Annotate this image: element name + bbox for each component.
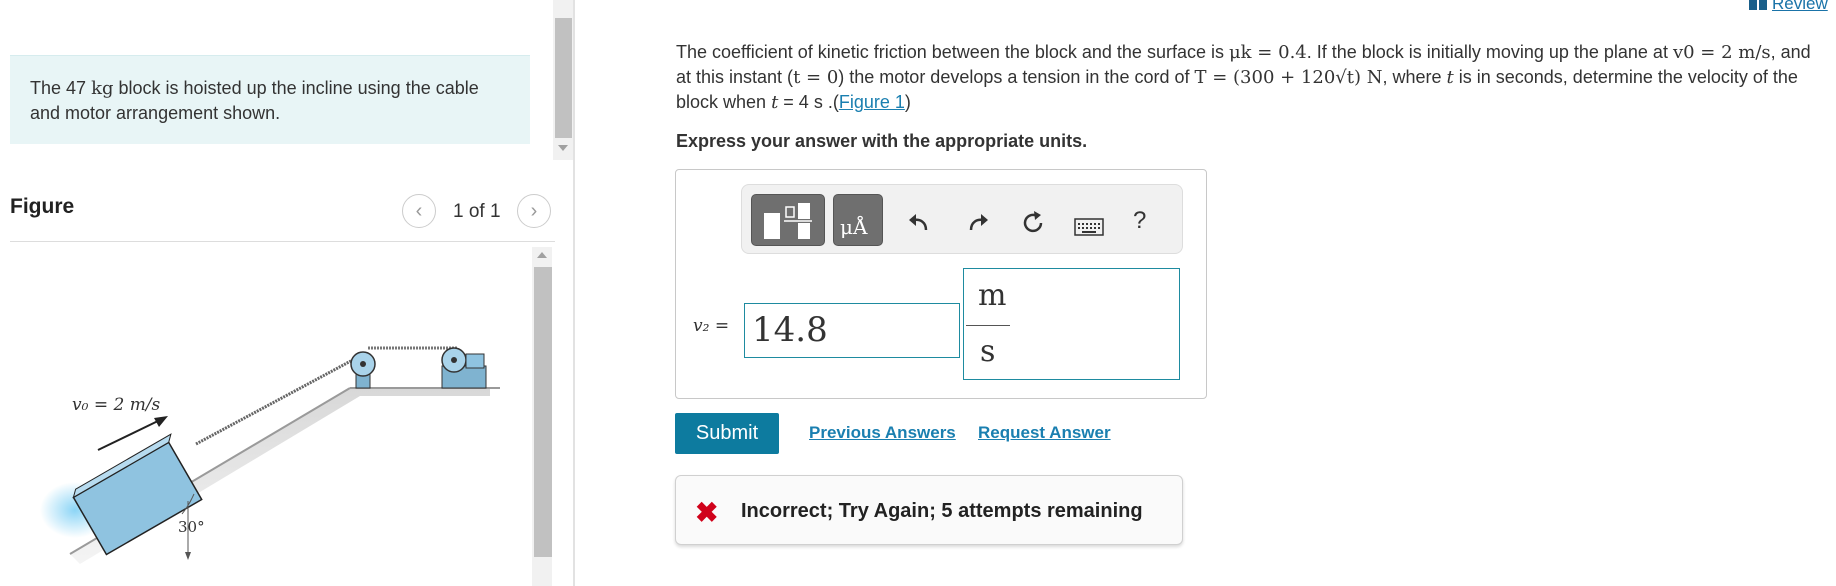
pane-separator[interactable] bbox=[573, 0, 575, 586]
problem-statement: The 47 kg block is hoisted up the inclin… bbox=[30, 76, 500, 126]
undo-icon bbox=[909, 214, 928, 231]
previous-answers-link[interactable]: Previous Answers bbox=[809, 423, 956, 443]
unit-denominator: s bbox=[980, 334, 996, 369]
scroll-down-arrow-icon[interactable] bbox=[558, 145, 568, 151]
motor bbox=[441, 347, 487, 389]
templates-button[interactable] bbox=[751, 194, 825, 246]
figure-link[interactable]: Figure 1 bbox=[839, 92, 905, 112]
figure-scrollbar-thumb[interactable] bbox=[534, 267, 552, 557]
symbols-icon: μÅ bbox=[840, 215, 868, 239]
answer-variable-label: v₂ = bbox=[693, 316, 730, 336]
question-part: = 4 s .( bbox=[778, 92, 839, 112]
symbols-button[interactable]: μÅ bbox=[833, 194, 883, 246]
initial-velocity: v0 = 2 m/s bbox=[1672, 42, 1771, 63]
time-variable: t bbox=[1446, 67, 1454, 88]
keyboard-button[interactable] bbox=[1074, 212, 1104, 242]
question-part: , where bbox=[1382, 67, 1447, 87]
question-part: The coefficient of kinetic friction betw… bbox=[676, 42, 1229, 62]
figure-heading: Figure bbox=[10, 195, 75, 218]
question-text: The coefficient of kinetic friction betw… bbox=[676, 40, 1826, 115]
previous-figure-button[interactable]: ‹ bbox=[402, 194, 436, 228]
book-icon bbox=[1749, 0, 1767, 10]
figure-counter: 1 of 1 bbox=[453, 201, 501, 222]
keyboard-icon bbox=[1074, 218, 1104, 236]
pulley bbox=[350, 351, 376, 389]
v0-label: v₀ = 2 m/s bbox=[72, 395, 161, 415]
angle-arrow bbox=[185, 552, 191, 560]
feedback-message: Incorrect; Try Again; 5 attempts remaini… bbox=[741, 500, 1143, 522]
time-zero: t = 0 bbox=[793, 67, 839, 88]
answer-value-input[interactable]: 14.8 bbox=[744, 303, 960, 358]
request-answer-link[interactable]: Request Answer bbox=[978, 423, 1111, 443]
reset-icon bbox=[1023, 211, 1043, 233]
mass-unit: kg bbox=[91, 78, 114, 99]
chevron-right-icon: › bbox=[530, 199, 538, 222]
question-part: ) the motor develops a tension in the co… bbox=[838, 67, 1195, 87]
problem-text-before: The 47 bbox=[30, 78, 87, 98]
instruction-text: Express your answer with the appropriate… bbox=[676, 131, 1088, 151]
question-part: . If the block is initially moving up th… bbox=[1306, 42, 1673, 62]
incline-figure: v₀ = 2 m/s 30° bbox=[40, 346, 500, 564]
scroll-up-arrow-icon[interactable] bbox=[537, 252, 547, 258]
velocity-arrowhead bbox=[154, 416, 168, 427]
question-part: ) bbox=[904, 92, 911, 112]
templates-icon bbox=[764, 203, 812, 239]
friction-coefficient: μk = 0.4 bbox=[1228, 42, 1307, 63]
pane-scrollbar-thumb[interactable] bbox=[555, 18, 572, 138]
submit-button[interactable]: Submit bbox=[675, 413, 779, 454]
unit-numerator: m bbox=[978, 278, 1007, 313]
figure-divider bbox=[10, 241, 555, 242]
review-link[interactable]: Review bbox=[1772, 0, 1828, 14]
help-button[interactable]: ? bbox=[1133, 207, 1146, 235]
fraction-bar bbox=[966, 325, 1010, 326]
angle-label: 30° bbox=[178, 518, 205, 536]
x-mark-icon: ✖ bbox=[695, 497, 719, 528]
undo-button[interactable] bbox=[904, 208, 934, 238]
block bbox=[72, 433, 203, 556]
reset-button[interactable] bbox=[1018, 208, 1048, 238]
redo-button[interactable] bbox=[963, 208, 993, 238]
redo-icon bbox=[969, 214, 988, 231]
chevron-left-icon: ‹ bbox=[415, 199, 423, 222]
tension-expression: T = (300 + 120√t) N bbox=[1194, 67, 1383, 88]
next-figure-button[interactable]: › bbox=[517, 194, 551, 228]
